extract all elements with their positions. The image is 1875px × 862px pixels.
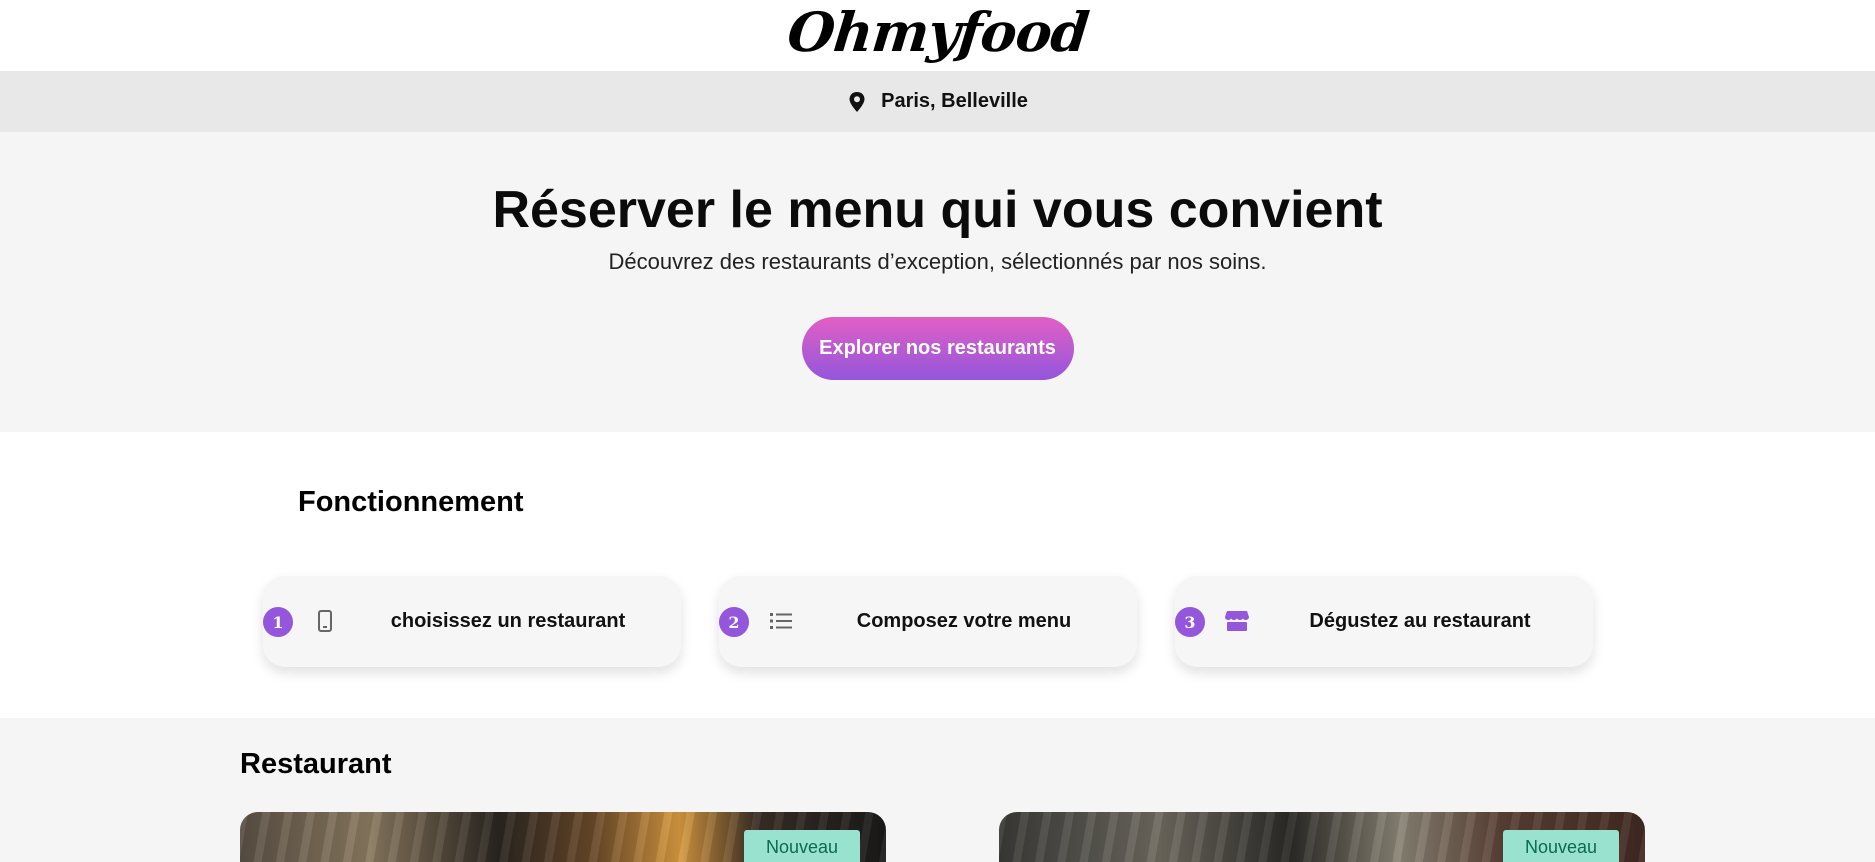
how-it-works-title: Fonctionnement xyxy=(298,486,524,518)
step-card-1: 1 choisissez un restaurant xyxy=(263,576,681,667)
explore-restaurants-button[interactable]: Explorer nos restaurants xyxy=(801,317,1074,381)
restaurants-title: Restaurant xyxy=(240,748,392,780)
step-number-badge: 3 xyxy=(1175,607,1205,637)
restaurants-section: Restaurant Nouveau Nouveau xyxy=(0,718,1875,862)
step-card-2: 2 Composez votre menu xyxy=(719,576,1137,667)
location-label: Paris, Belleville xyxy=(881,90,1028,112)
store-icon xyxy=(1225,609,1249,633)
map-pin-icon xyxy=(847,91,867,113)
step-number-badge: 1 xyxy=(263,607,293,637)
hero-title: Réserver le menu qui vous convient xyxy=(492,181,1383,239)
step-card-3: 3 Dégustez au restaurant xyxy=(1175,576,1593,667)
list-icon xyxy=(769,609,793,633)
site-logo[interactable]: Ohmyfood xyxy=(784,0,1091,64)
restaurant-card[interactable]: Nouveau xyxy=(999,812,1645,862)
mobile-phone-icon xyxy=(313,609,337,633)
how-it-works-section: Fonctionnement 1 choisissez un restauran… xyxy=(0,432,1875,718)
site-header: Ohmyfood xyxy=(0,0,1875,71)
restaurant-card[interactable]: Nouveau xyxy=(240,812,886,862)
new-badge: Nouveau xyxy=(1503,830,1619,862)
new-badge: Nouveau xyxy=(744,830,860,862)
step-number-badge: 2 xyxy=(719,607,749,637)
hero-subtitle: Découvrez des restaurants d’exception, s… xyxy=(608,249,1267,275)
hero-section: Réserver le menu qui vous convient Décou… xyxy=(0,132,1875,432)
steps-list: 1 choisissez un restaurant 2 Composez vo… xyxy=(263,576,1593,667)
location-bar: Paris, Belleville xyxy=(0,71,1875,132)
